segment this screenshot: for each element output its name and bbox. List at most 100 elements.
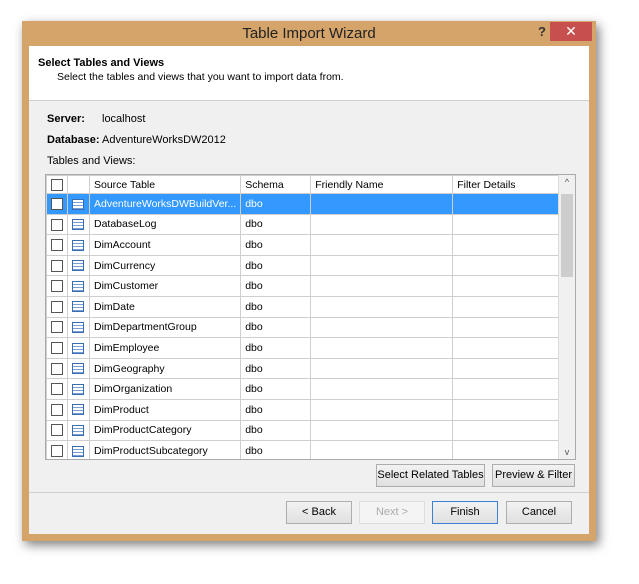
column-header-friendly-name[interactable]: Friendly Name: [310, 175, 454, 194]
table-row[interactable]: DimProductSubcategory dbo: [46, 440, 572, 459]
filter-details-cell[interactable]: [452, 378, 572, 400]
source-table-cell: DimDate: [88, 295, 242, 318]
wizard-window: Table Import Wizard ? ✕ Select Tables an…: [22, 21, 596, 541]
friendly-name-cell[interactable]: [310, 337, 454, 359]
row-checkbox[interactable]: [46, 419, 68, 442]
filter-details-cell[interactable]: [452, 398, 572, 421]
scrollbar-thumb[interactable]: [561, 194, 573, 277]
table-row[interactable]: DatabaseLog dbo: [46, 213, 572, 236]
filter-details-cell[interactable]: [452, 295, 572, 318]
table-row[interactable]: AdventureWorksDWBuildVer... dbo: [46, 193, 572, 215]
column-header-schema[interactable]: Schema: [240, 175, 312, 194]
filter-details-cell[interactable]: [452, 254, 572, 277]
filter-details-cell[interactable]: [452, 337, 572, 359]
table-row[interactable]: DimDepartmentGroup dbo: [46, 316, 572, 339]
friendly-name-cell[interactable]: [310, 254, 454, 277]
table-row[interactable]: DimProduct dbo: [46, 398, 572, 421]
row-checkbox[interactable]: [46, 295, 68, 318]
vertical-scrollbar[interactable]: ^ v: [558, 175, 575, 459]
friendly-name-cell[interactable]: [310, 357, 454, 380]
source-table-cell: AdventureWorksDWBuildVer...: [88, 193, 242, 215]
source-table-cell: DimCurrency: [88, 254, 242, 277]
database-label: Database:: [47, 134, 100, 146]
back-button[interactable]: < Back: [286, 501, 352, 524]
window-title: Table Import Wizard: [242, 25, 376, 42]
friendly-name-cell[interactable]: [310, 316, 454, 339]
page-title: Select Tables and Views: [38, 57, 165, 69]
friendly-name-cell[interactable]: [310, 234, 454, 256]
filter-details-cell[interactable]: [452, 316, 572, 339]
row-checkbox[interactable]: [46, 337, 68, 359]
tables-views-label: Tables and Views:: [47, 155, 136, 167]
source-table-cell: DimDepartmentGroup: [88, 316, 242, 339]
table-row[interactable]: DimEmployee dbo: [46, 337, 572, 359]
row-checkbox[interactable]: [46, 440, 68, 459]
filter-details-cell[interactable]: [452, 234, 572, 256]
row-checkbox[interactable]: [46, 234, 68, 256]
scroll-down-icon[interactable]: v: [559, 447, 575, 457]
source-table-cell: DimOrganization: [88, 378, 242, 400]
filter-details-cell[interactable]: [452, 193, 572, 215]
preview-filter-button[interactable]: Preview & Filter: [492, 464, 575, 487]
schema-cell: dbo: [240, 254, 312, 277]
table-icon: [67, 357, 90, 380]
page-subtitle: Select the tables and views that you wan…: [57, 71, 344, 83]
friendly-name-cell[interactable]: [310, 275, 454, 297]
friendly-name-cell[interactable]: [310, 193, 454, 215]
filter-details-cell[interactable]: [452, 213, 572, 236]
table-row[interactable]: DimCustomer dbo: [46, 275, 572, 297]
table-icon: [67, 398, 90, 421]
table-icon: [67, 254, 90, 277]
friendly-name-cell[interactable]: [310, 213, 454, 236]
column-header-source[interactable]: Source Table: [88, 175, 242, 194]
filter-details-cell[interactable]: [452, 440, 572, 459]
schema-cell: dbo: [240, 378, 312, 400]
row-checkbox[interactable]: [46, 275, 68, 297]
friendly-name-cell[interactable]: [310, 419, 454, 442]
cancel-button[interactable]: Cancel: [506, 501, 572, 524]
row-checkbox[interactable]: [46, 398, 68, 421]
schema-cell: dbo: [240, 398, 312, 421]
server-label: Server:: [47, 113, 85, 125]
next-button[interactable]: Next >: [359, 501, 425, 524]
scroll-up-icon[interactable]: ^: [559, 177, 575, 187]
friendly-name-cell[interactable]: [310, 440, 454, 459]
table-row[interactable]: DimGeography dbo: [46, 357, 572, 380]
dialog-body: Select Tables and Views Select the table…: [29, 46, 589, 534]
schema-cell: dbo: [240, 295, 312, 318]
page-header: Select Tables and Views Select the table…: [29, 46, 589, 101]
column-header-filter-details[interactable]: Filter Details: [452, 175, 572, 194]
server-value: localhost: [102, 113, 146, 125]
table-icon: [67, 419, 90, 442]
table-row[interactable]: DimCurrency dbo: [46, 254, 572, 277]
help-button[interactable]: ?: [538, 21, 546, 43]
table-row[interactable]: DimProductCategory dbo: [46, 419, 572, 442]
select-all-checkbox[interactable]: [46, 175, 68, 194]
filter-details-cell[interactable]: [452, 357, 572, 380]
table-icon: [67, 378, 90, 400]
table-row[interactable]: DimOrganization dbo: [46, 378, 572, 400]
row-checkbox[interactable]: [46, 378, 68, 400]
row-checkbox[interactable]: [46, 316, 68, 339]
select-related-tables-button[interactable]: Select Related Tables: [376, 464, 485, 487]
grid-header: Source Table Schema Friendly Name Filter…: [46, 175, 572, 194]
close-button[interactable]: ✕: [550, 22, 592, 41]
source-table-cell: DimGeography: [88, 357, 242, 380]
filter-details-cell[interactable]: [452, 275, 572, 297]
source-table-cell: DimProduct: [88, 398, 242, 421]
finish-button[interactable]: Finish: [432, 501, 498, 524]
row-checkbox[interactable]: [46, 254, 68, 277]
row-checkbox[interactable]: [46, 213, 68, 236]
friendly-name-cell[interactable]: [310, 295, 454, 318]
table-row[interactable]: DimAccount dbo: [46, 234, 572, 256]
database-value: AdventureWorksDW2012: [102, 134, 226, 146]
friendly-name-cell[interactable]: [310, 378, 454, 400]
schema-cell: dbo: [240, 357, 312, 380]
friendly-name-cell[interactable]: [310, 398, 454, 421]
row-checkbox[interactable]: [46, 357, 68, 380]
schema-cell: dbo: [240, 419, 312, 442]
table-row[interactable]: DimDate dbo: [46, 295, 572, 318]
icon-column-header: [67, 175, 90, 194]
filter-details-cell[interactable]: [452, 419, 572, 442]
row-checkbox[interactable]: [46, 193, 68, 215]
